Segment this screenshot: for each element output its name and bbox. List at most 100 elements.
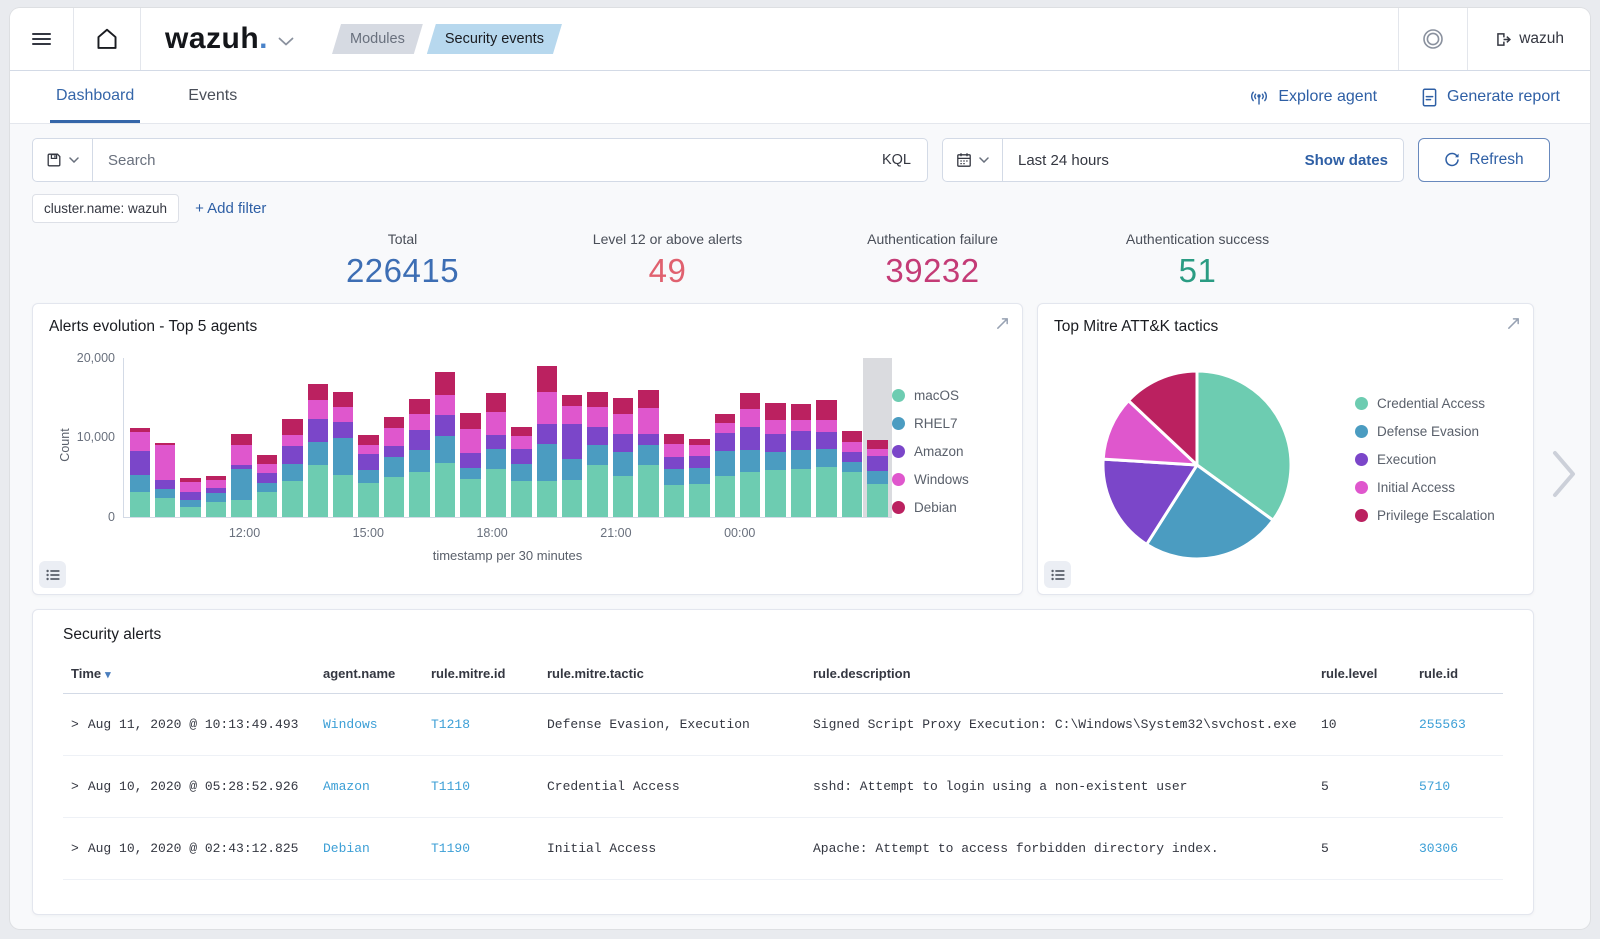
- bar-segment-amazon[interactable]: [257, 473, 277, 483]
- bar-segment-amazon[interactable]: [664, 457, 684, 470]
- bar-segment-amazon[interactable]: [409, 430, 429, 450]
- bar-column[interactable]: [435, 358, 455, 517]
- generate-report-button[interactable]: Generate report: [1421, 88, 1560, 107]
- legend-toggle-icon[interactable]: [39, 561, 66, 588]
- bar-segment-debian[interactable]: [664, 434, 684, 444]
- legend-item[interactable]: Initial Access: [1355, 480, 1533, 495]
- bar-segment-rhel7[interactable]: [842, 462, 862, 472]
- bar-segment-windows[interactable]: [130, 432, 150, 451]
- explore-agent-button[interactable]: Explore agent: [1249, 88, 1377, 106]
- bar-segment-amazon[interactable]: [689, 456, 709, 468]
- bar-segment-windows[interactable]: [740, 409, 760, 427]
- bar-segment-macos[interactable]: [740, 472, 760, 517]
- bar-segment-macos[interactable]: [180, 507, 200, 517]
- bar-segment-amazon[interactable]: [384, 446, 404, 457]
- bar-segment-debian[interactable]: [740, 393, 760, 409]
- bar-column[interactable]: [384, 358, 404, 517]
- home-icon[interactable]: [74, 8, 140, 70]
- bar-segment-rhel7[interactable]: [333, 438, 353, 475]
- bar-segment-amazon[interactable]: [816, 432, 836, 449]
- bar-segment-macos[interactable]: [816, 467, 836, 517]
- column-header-time[interactable]: Time▾: [63, 654, 315, 694]
- bar-segment-macos[interactable]: [155, 498, 175, 517]
- bar-column[interactable]: [155, 358, 175, 517]
- legend-item[interactable]: Defense Evasion: [1355, 424, 1533, 439]
- rule-id-link[interactable]: 5710: [1419, 779, 1450, 794]
- bar-column[interactable]: [180, 358, 200, 517]
- bar-segment-windows[interactable]: [765, 420, 785, 434]
- health-ring-icon[interactable]: [1399, 8, 1467, 70]
- bar-segment-debian[interactable]: [791, 404, 811, 420]
- bar-segment-windows[interactable]: [537, 392, 557, 424]
- bar-column[interactable]: [537, 358, 557, 517]
- bar-segment-rhel7[interactable]: [638, 445, 658, 466]
- bar-segment-amazon[interactable]: [282, 446, 302, 463]
- bar-segment-macos[interactable]: [460, 479, 480, 517]
- bar-segment-amazon[interactable]: [130, 451, 150, 475]
- bar-segment-debian[interactable]: [180, 478, 200, 482]
- bar-segment-windows[interactable]: [613, 414, 633, 434]
- bar-column[interactable]: [486, 358, 506, 517]
- bar-segment-rhel7[interactable]: [130, 475, 150, 492]
- bar-segment-debian[interactable]: [486, 393, 506, 412]
- bar-segment-debian[interactable]: [155, 443, 175, 445]
- bar-segment-windows[interactable]: [206, 480, 226, 488]
- bar-segment-debian[interactable]: [638, 390, 658, 408]
- bar-segment-rhel7[interactable]: [435, 436, 455, 463]
- bar-segment-macos[interactable]: [587, 465, 607, 517]
- bar-segment-rhel7[interactable]: [206, 493, 226, 502]
- bar-column[interactable]: [715, 358, 735, 517]
- wazuh-logo[interactable]: wazuh.: [141, 22, 304, 56]
- bar-column[interactable]: [333, 358, 353, 517]
- bar-segment-macos[interactable]: [231, 500, 251, 517]
- bar-segment-debian[interactable]: [231, 434, 251, 446]
- bar-segment-amazon[interactable]: [308, 419, 328, 442]
- legend-item[interactable]: Credential Access: [1355, 396, 1533, 411]
- tab-events[interactable]: Events: [182, 71, 243, 123]
- bar-column[interactable]: [511, 358, 531, 517]
- bar-column[interactable]: [206, 358, 226, 517]
- bar-segment-windows[interactable]: [358, 445, 378, 455]
- bar-segment-macos[interactable]: [537, 481, 557, 517]
- bar-segment-amazon[interactable]: [435, 415, 455, 436]
- bar-segment-macos[interactable]: [664, 485, 684, 517]
- bar-column[interactable]: [231, 358, 251, 517]
- bar-segment-debian[interactable]: [308, 384, 328, 400]
- bar-column[interactable]: [765, 358, 785, 517]
- bar-column[interactable]: [282, 358, 302, 517]
- rule-id-link[interactable]: 30306: [1419, 841, 1458, 856]
- search-input[interactable]: [93, 152, 866, 169]
- bar-segment-macos[interactable]: [791, 469, 811, 517]
- bar-segment-amazon[interactable]: [460, 453, 480, 467]
- bar-segment-amazon[interactable]: [155, 480, 175, 490]
- bar-column[interactable]: [740, 358, 760, 517]
- bar-segment-windows[interactable]: [486, 412, 506, 435]
- bar-segment-windows[interactable]: [435, 395, 455, 416]
- bar-column[interactable]: [308, 358, 328, 517]
- legend-item[interactable]: Debian: [892, 500, 1014, 515]
- bar-column[interactable]: [867, 358, 887, 517]
- bar-column[interactable]: [791, 358, 811, 517]
- bar-segment-windows[interactable]: [842, 442, 862, 452]
- bar-segment-rhel7[interactable]: [282, 464, 302, 481]
- bar-segment-amazon[interactable]: [206, 488, 226, 493]
- time-range-value[interactable]: Last 24 hours: [1003, 152, 1290, 169]
- bar-segment-macos[interactable]: [308, 465, 328, 517]
- legend-item[interactable]: Windows: [892, 472, 1014, 487]
- bar-segment-windows[interactable]: [384, 428, 404, 446]
- expand-icon[interactable]: [1506, 316, 1521, 331]
- bar-segment-debian[interactable]: [130, 428, 150, 432]
- bar-column[interactable]: [562, 358, 582, 517]
- bar-segment-macos[interactable]: [765, 470, 785, 517]
- bar-segment-windows[interactable]: [638, 408, 658, 433]
- bar-segment-rhel7[interactable]: [308, 442, 328, 464]
- bar-segment-windows[interactable]: [715, 423, 735, 433]
- bar-segment-windows[interactable]: [282, 435, 302, 446]
- breadcrumb-security-events[interactable]: Security events: [427, 24, 562, 54]
- bar-segment-rhel7[interactable]: [231, 469, 251, 500]
- bar-segment-debian[interactable]: [358, 435, 378, 445]
- bar-segment-rhel7[interactable]: [740, 450, 760, 472]
- bar-segment-amazon[interactable]: [867, 456, 887, 471]
- bar-segment-rhel7[interactable]: [689, 468, 709, 485]
- bar-segment-debian[interactable]: [689, 439, 709, 445]
